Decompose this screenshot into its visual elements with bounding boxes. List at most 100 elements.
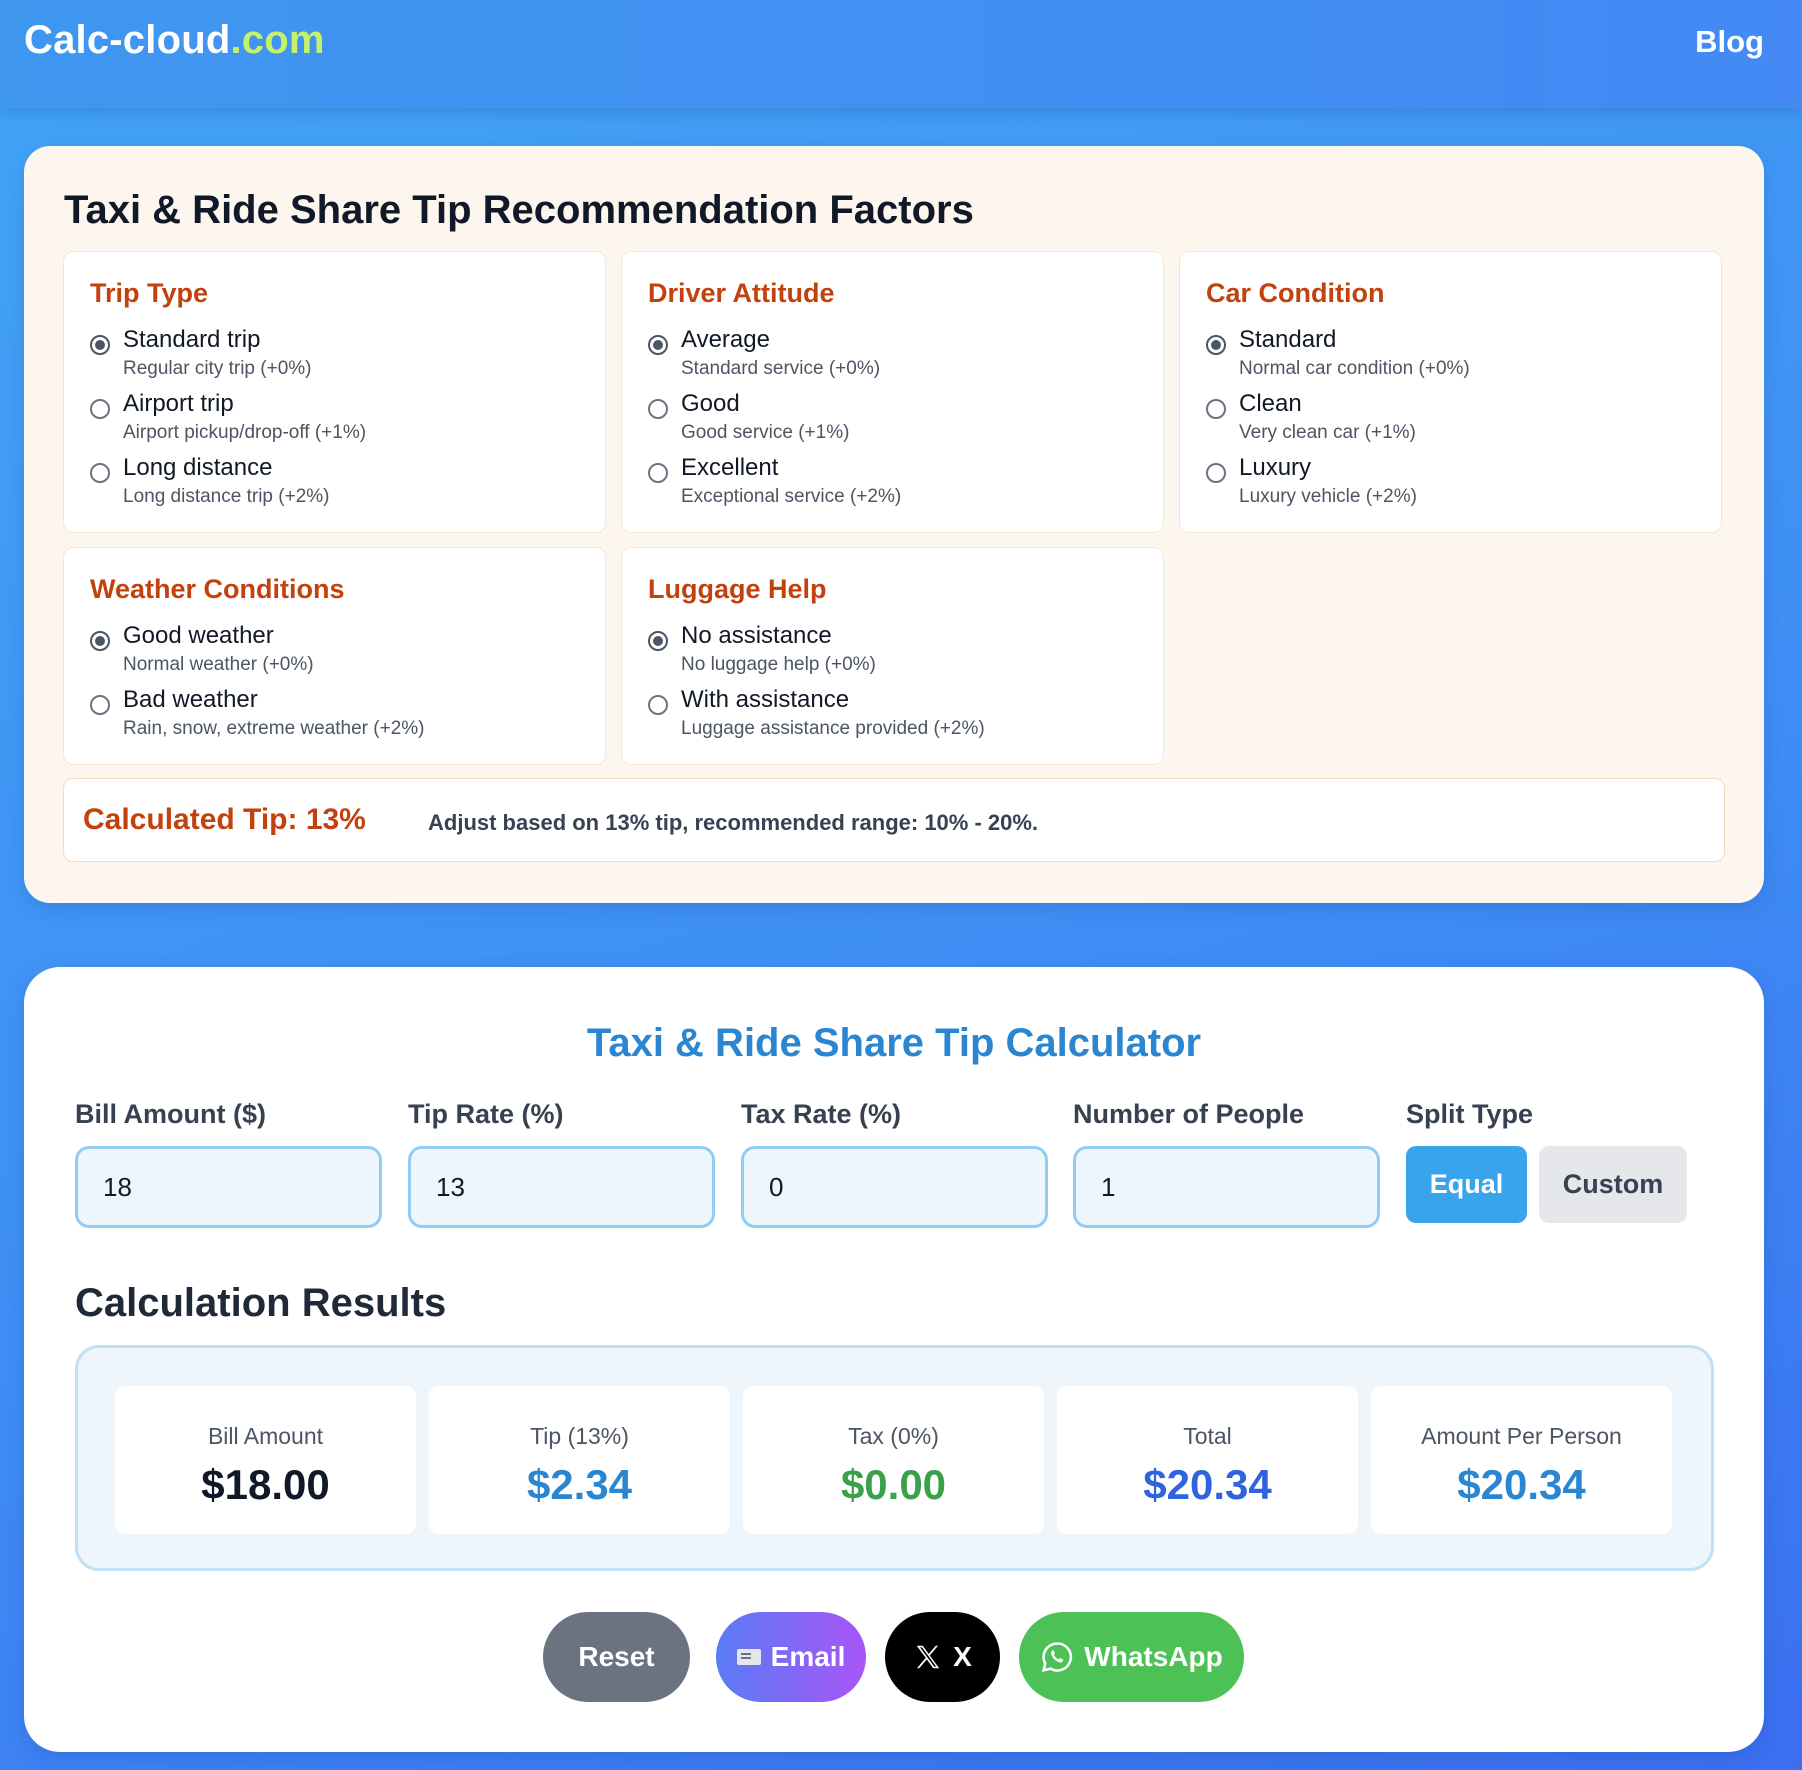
tax-rate-label: Tax Rate (%) xyxy=(741,1099,902,1129)
option-description: Rain, snow, extreme weather (+2%) xyxy=(123,718,425,739)
result-value: $2.34 xyxy=(526,1461,633,1508)
result-label: Bill Amount xyxy=(207,1423,324,1449)
option-label: Luxury xyxy=(1239,454,1312,481)
result-tip: Tip (13%) $2.34 xyxy=(429,1386,730,1534)
results-heading: Calculation Results xyxy=(75,1281,447,1325)
tip-factors-card: Taxi & Ride Share Tip Recommendation Fac… xyxy=(24,146,1764,903)
radio-unselected-icon[interactable] xyxy=(648,399,668,419)
radio-selected-icon[interactable] xyxy=(1206,335,1226,355)
split-type-label: Split Type xyxy=(1406,1099,1534,1129)
option-label: Standard trip xyxy=(123,326,261,353)
option-label: Good weather xyxy=(123,622,274,649)
option-description: Exceptional service (+2%) xyxy=(681,486,902,507)
tip-rate-input[interactable] xyxy=(408,1146,715,1228)
option-label: Bad weather xyxy=(123,686,258,713)
bill-amount-input[interactable] xyxy=(75,1146,382,1228)
option-label: Airport trip xyxy=(123,390,234,417)
option-description: Airport pickup/drop-off (+1%) xyxy=(123,422,367,443)
radio-unselected-icon[interactable] xyxy=(90,399,110,419)
email-button-label: Email xyxy=(770,1641,846,1672)
tip-rate-label: Tip Rate (%) xyxy=(408,1099,564,1129)
result-per-person: Amount Per Person $20.34 xyxy=(1371,1386,1672,1534)
option-standard-trip[interactable]: Standard trip Regular city trip (+0%) xyxy=(90,326,590,386)
split-custom-button[interactable]: Custom xyxy=(1539,1146,1687,1223)
factor-group-title: Weather Conditions xyxy=(90,574,345,604)
x-logo-icon xyxy=(916,1645,940,1669)
option-long-distance[interactable]: Long distance Long distance trip (+2%) xyxy=(90,454,590,514)
factors-title: Taxi & Ride Share Tip Recommendation Fac… xyxy=(64,188,974,232)
whatsapp-button-label: WhatsApp xyxy=(1084,1641,1223,1672)
tax-rate-input[interactable] xyxy=(741,1146,1048,1228)
whatsapp-icon xyxy=(1042,1642,1073,1673)
option-description: Normal car condition (+0%) xyxy=(1239,358,1470,379)
radio-selected-icon[interactable] xyxy=(648,335,668,355)
option-label: Average xyxy=(681,326,770,353)
reset-button-label: Reset xyxy=(578,1641,655,1672)
factor-group-title: Trip Type xyxy=(90,278,209,308)
bill-amount-label: Bill Amount ($) xyxy=(75,1099,266,1129)
option-label: Good xyxy=(681,390,740,417)
option-excellent[interactable]: Excellent Exceptional service (+2%) xyxy=(648,454,1148,514)
number-of-people-input[interactable] xyxy=(1073,1146,1380,1228)
option-description: Standard service (+0%) xyxy=(681,358,881,379)
result-total: Total $20.34 xyxy=(1057,1386,1358,1534)
site-logo[interactable]: Calc-cloud.com xyxy=(24,18,325,63)
option-description: Very clean car (+1%) xyxy=(1239,422,1416,443)
radio-selected-icon[interactable] xyxy=(648,631,668,651)
email-share-button[interactable]: Email xyxy=(716,1612,866,1702)
factor-group-title: Car Condition xyxy=(1206,278,1385,308)
option-no-assistance[interactable]: No assistance No luggage help (+0%) xyxy=(648,622,1148,682)
factor-group-trip-type: Trip Type Standard trip Regular city tri… xyxy=(63,251,606,533)
radio-unselected-icon[interactable] xyxy=(1206,463,1226,483)
calculated-tip-label: Calculated Tip: 13% xyxy=(83,803,366,836)
option-standard-car[interactable]: Standard Normal car condition (+0%) xyxy=(1206,326,1706,386)
option-label: No assistance xyxy=(681,622,832,649)
option-luxury[interactable]: Luxury Luxury vehicle (+2%) xyxy=(1206,454,1706,514)
option-good-weather[interactable]: Good weather Normal weather (+0%) xyxy=(90,622,590,682)
option-label: Clean xyxy=(1239,390,1302,417)
site-header: Calc-cloud.com Blog xyxy=(0,0,1802,108)
result-label: Total xyxy=(1183,1423,1232,1449)
factor-group-luggage: Luggage Help No assistance No luggage he… xyxy=(621,547,1164,765)
option-bad-weather[interactable]: Bad weather Rain, snow, extreme weather … xyxy=(90,686,590,746)
result-value: $20.34 xyxy=(1143,1461,1272,1508)
result-tax: Tax (0%) $0.00 xyxy=(743,1386,1044,1534)
factor-group-weather: Weather Conditions Good weather Normal w… xyxy=(63,547,606,765)
factor-group-car-condition: Car Condition Standard Normal car condit… xyxy=(1179,251,1722,533)
option-good[interactable]: Good Good service (+1%) xyxy=(648,390,1148,450)
number-of-people-label: Number of People xyxy=(1073,1099,1305,1129)
reset-button[interactable]: Reset xyxy=(543,1612,690,1702)
calculated-tip-note: Adjust based on 13% tip, recommended ran… xyxy=(428,810,1039,835)
radio-selected-icon[interactable] xyxy=(90,631,110,651)
option-description: No luggage help (+0%) xyxy=(681,654,876,675)
radio-unselected-icon[interactable] xyxy=(648,463,668,483)
split-equal-button[interactable]: Equal xyxy=(1406,1146,1527,1223)
option-label: Standard xyxy=(1239,326,1337,353)
option-with-assistance[interactable]: With assistance Luggage assistance provi… xyxy=(648,686,1148,746)
factor-group-title: Luggage Help xyxy=(648,574,827,604)
result-value: $0.00 xyxy=(840,1461,947,1508)
result-label: Tax (0%) xyxy=(848,1423,939,1449)
radio-unselected-icon[interactable] xyxy=(90,463,110,483)
nav-blog-link[interactable]: Blog xyxy=(1695,24,1764,60)
result-label: Amount Per Person xyxy=(1421,1423,1622,1449)
envelope-icon xyxy=(736,1649,761,1665)
radio-unselected-icon[interactable] xyxy=(1206,399,1226,419)
factor-group-title: Driver Attitude xyxy=(648,278,835,308)
x-button-label: X xyxy=(953,1641,972,1672)
option-label: With assistance xyxy=(681,686,850,713)
results-panel: Bill Amount $18.00 Tip (13%) $2.34 Tax (… xyxy=(75,1345,1714,1571)
option-average[interactable]: Average Standard service (+0%) xyxy=(648,326,1148,386)
whatsapp-share-button[interactable]: WhatsApp xyxy=(1019,1612,1244,1702)
radio-unselected-icon[interactable] xyxy=(90,695,110,715)
radio-selected-icon[interactable] xyxy=(90,335,110,355)
x-share-button[interactable]: X xyxy=(885,1612,1000,1702)
option-description: Luggage assistance provided (+2%) xyxy=(681,718,985,739)
tip-calculator-card: Taxi & Ride Share Tip Calculator Bill Am… xyxy=(24,967,1764,1752)
factor-group-driver-attitude: Driver Attitude Average Standard service… xyxy=(621,251,1164,533)
radio-unselected-icon[interactable] xyxy=(648,695,668,715)
option-airport-trip[interactable]: Airport trip Airport pickup/drop-off (+1… xyxy=(90,390,590,450)
option-clean[interactable]: Clean Very clean car (+1%) xyxy=(1206,390,1706,450)
option-description: Long distance trip (+2%) xyxy=(123,486,330,507)
logo-main-text: Calc-cloud xyxy=(24,18,231,62)
